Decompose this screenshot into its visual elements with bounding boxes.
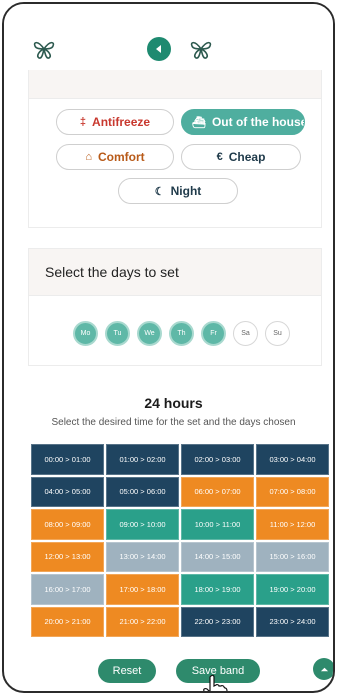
time-slot[interactable]: 21:00 > 22:00 (106, 606, 179, 637)
day-toggle-th[interactable]: Th (169, 321, 194, 346)
mode-night-button[interactable]: ☾ Night (118, 178, 238, 204)
day-toggle-tu[interactable]: Tu (105, 321, 130, 346)
time-slot[interactable]: 11:00 > 12:00 (256, 509, 329, 540)
time-slot[interactable]: 05:00 > 06:00 (106, 476, 179, 507)
euro-icon: € (216, 151, 223, 163)
mode-label: Out of the house (211, 115, 305, 129)
time-slot[interactable]: 07:00 > 08:00 (256, 476, 329, 507)
time-slot[interactable]: 16:00 > 17:00 (31, 574, 104, 605)
mode-label: Cheap (228, 150, 266, 164)
days-title: Select the days to set (45, 264, 179, 280)
mode-comfort-button[interactable]: ⌂ Comfort (56, 144, 174, 170)
mode-cheap-button[interactable]: € Cheap (181, 144, 301, 170)
moon-icon: ☾ (154, 185, 165, 198)
time-slot[interactable]: 06:00 > 07:00 (181, 476, 254, 507)
sofa-icon: ⌂ (85, 151, 92, 163)
days-card-header: Select the days to set (29, 249, 321, 296)
back-button[interactable] (147, 37, 171, 61)
hours-title: 24 hours (144, 395, 203, 411)
mode-out-of-house-button[interactable]: ⛴ Out of the house (181, 109, 305, 135)
time-slot[interactable]: 00:00 > 01:00 (31, 444, 104, 475)
time-slot[interactable]: 17:00 > 18:00 (106, 574, 179, 605)
time-slot[interactable]: 22:00 > 23:00 (181, 606, 254, 637)
mode-label: Night (170, 184, 202, 198)
time-slot[interactable]: 15:00 > 16:00 (256, 541, 329, 572)
days-card: Select the days to set Mo Tu We Th Fr Sa… (28, 248, 322, 366)
time-slot[interactable]: 14:00 > 15:00 (181, 541, 254, 572)
hand-cursor-icon (203, 674, 228, 691)
time-slot[interactable]: 03:00 > 04:00 (256, 444, 329, 475)
scroll-top-button[interactable] (313, 658, 333, 680)
chevron-up-icon (320, 667, 328, 671)
day-toggle-mo[interactable]: Mo (73, 321, 98, 346)
time-slot[interactable]: 10:00 > 11:00 (181, 509, 254, 540)
time-slot[interactable]: 13:00 > 14:00 (106, 541, 179, 572)
day-toggle-we[interactable]: We (137, 321, 162, 346)
mode-label: Comfort (97, 150, 145, 164)
logo-icon (32, 38, 56, 60)
day-toggle-fr[interactable]: Fr (201, 321, 226, 346)
time-slot[interactable]: 01:00 > 02:00 (106, 444, 179, 475)
arrow-left-icon (156, 45, 161, 53)
time-slot[interactable]: 19:00 > 20:00 (256, 574, 329, 605)
hours-subtitle: Select the desired time for the set and … (51, 417, 296, 428)
mode-antifreeze-button[interactable]: ‡ Antifreeze (56, 109, 174, 135)
time-slot-grid: 00:00 > 01:00 01:00 > 02:00 02:00 > 03:00 0… (31, 444, 329, 637)
phone-frame: ‡ Antifreeze ⛴ Out of the house ⌂ Comfor… (2, 2, 335, 693)
time-slot[interactable]: 23:00 > 24:00 (256, 606, 329, 637)
car-icon: ⛴ (192, 116, 206, 129)
top-bar (4, 4, 333, 74)
time-slot[interactable]: 08:00 > 09:00 (31, 509, 104, 540)
thermometer-icon: ‡ (79, 116, 87, 128)
time-slot[interactable]: 04:00 > 05:00 (31, 476, 104, 507)
time-slot[interactable]: 09:00 > 10:00 (106, 509, 179, 540)
time-slot[interactable]: 12:00 > 13:00 (31, 541, 104, 572)
reset-button[interactable]: Reset (98, 659, 156, 683)
day-toggle-su[interactable]: Su (265, 321, 290, 346)
mode-label: Antifreeze (92, 115, 151, 129)
time-slot[interactable]: 20:00 > 21:00 (31, 606, 104, 637)
brand-logo-icon (189, 38, 213, 60)
day-toggle-sa[interactable]: Sa (233, 321, 258, 346)
time-slot[interactable]: 02:00 > 03:00 (181, 444, 254, 475)
time-slot[interactable]: 18:00 > 19:00 (181, 574, 254, 605)
